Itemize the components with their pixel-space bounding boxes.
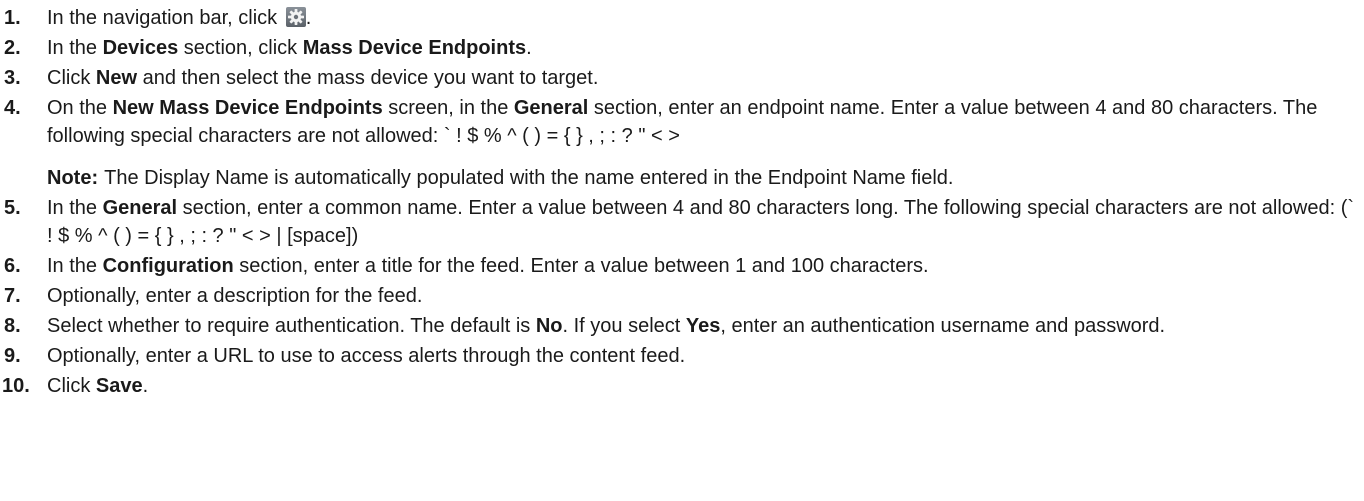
step-number: 9. (4, 345, 21, 367)
note-label: Note: (47, 167, 99, 189)
step-text-segment: Click (47, 67, 96, 89)
ui-term: General (102, 197, 178, 219)
step-text-segment: Select whether to require authentication… (47, 315, 536, 337)
step-number: 1. (4, 7, 21, 29)
ui-term: No (535, 315, 563, 337)
step-text-segment: In the (47, 37, 103, 59)
step-text-segment: section, enter a title for the feed. Ent… (233, 255, 929, 277)
step-item: 7. Optionally, enter a description for th… (0, 282, 1364, 310)
step-number: 6. (4, 255, 21, 277)
step-text: In the Configuration section, enter a ti… (47, 255, 929, 277)
step-number: 2. (4, 37, 21, 59)
ui-term: New Mass Device Endpoints (112, 97, 383, 119)
step-number: 10. (2, 375, 30, 397)
step-text-segment: . (526, 37, 532, 59)
step-number: 5. (4, 197, 21, 219)
ui-term: General (513, 97, 589, 119)
step-item: 6. In the Configuration section, enter a … (0, 252, 1364, 280)
step-text-segment: Optionally, enter a description for the … (47, 285, 423, 307)
ui-term: Devices (102, 37, 179, 59)
step-text: Click New and then select the mass devic… (47, 67, 598, 89)
ui-term: Mass Device Endpoints (302, 37, 527, 59)
step-text-segment: Click (47, 375, 96, 397)
step-text-segment: Optionally, enter a URL to use to access… (47, 345, 686, 367)
step-number: 8. (4, 315, 21, 337)
step-text: In the General section, enter a common n… (47, 197, 1354, 247)
step-text: On the New Mass Device Endpoints screen,… (47, 97, 1317, 147)
ui-term: Configuration (102, 255, 234, 277)
note-text: The Display Name is automatically popula… (104, 167, 954, 189)
step-item: 4. On the New Mass Device Endpoints scree… (0, 94, 1364, 192)
step-text-segment: . (142, 375, 149, 397)
step-item: 1. In the navigation bar, click . (0, 4, 1364, 32)
procedure-document: 1. In the navigation bar, click . 2. In the… (0, 0, 1364, 400)
step-text: Optionally, enter a URL to use to access… (47, 345, 685, 367)
step-text-segment: section, enter a common name. Enter a va… (47, 197, 1355, 247)
ui-term: Yes (685, 315, 721, 337)
step-text-segment: In the (47, 197, 103, 219)
steps-list: 1. In the navigation bar, click . 2. In the… (0, 4, 1364, 400)
step-text: In the navigation bar, click . (47, 7, 311, 29)
step-item: 5. In the General section, enter a common… (0, 194, 1364, 250)
step-number: 7. (4, 285, 21, 307)
gear-icon (285, 7, 306, 27)
step-text-segment: section, click (178, 37, 303, 59)
step-note: Note: The Display Name is automatically p… (47, 164, 1364, 192)
step-item: 3. Click New and then select the mass dev… (0, 64, 1364, 92)
step-text-segment: and then select the mass device you want… (137, 67, 599, 89)
step-text-segment: screen, in the (382, 97, 514, 119)
step-text-segment: In the navigation bar, click (47, 7, 283, 29)
ui-term: New (95, 67, 138, 89)
step-item: 2. In the Devices section, click Mass Dev… (0, 34, 1364, 62)
step-item: 10. Click Save. (0, 372, 1364, 400)
step-text: Optionally, enter a description for the … (47, 285, 422, 307)
step-item: 9. Optionally, enter a URL to use to acce… (0, 342, 1364, 370)
step-text-segment: In the (47, 255, 103, 277)
step-text: Select whether to require authentication… (47, 315, 1165, 337)
step-text: In the Devices section, click Mass Devic… (47, 37, 532, 59)
step-item: 8. Select whether to require authenticati… (0, 312, 1364, 340)
ui-term: Save (95, 375, 143, 397)
step-number: 4. (4, 97, 21, 119)
step-text-segment: On the (47, 97, 113, 119)
step-text-segment: . If you select (562, 315, 686, 337)
step-text: Click Save. (47, 375, 148, 397)
step-number: 3. (4, 67, 21, 89)
step-text-segment: , enter an authentication username and p… (720, 315, 1166, 337)
step-text-segment: . (305, 7, 312, 29)
